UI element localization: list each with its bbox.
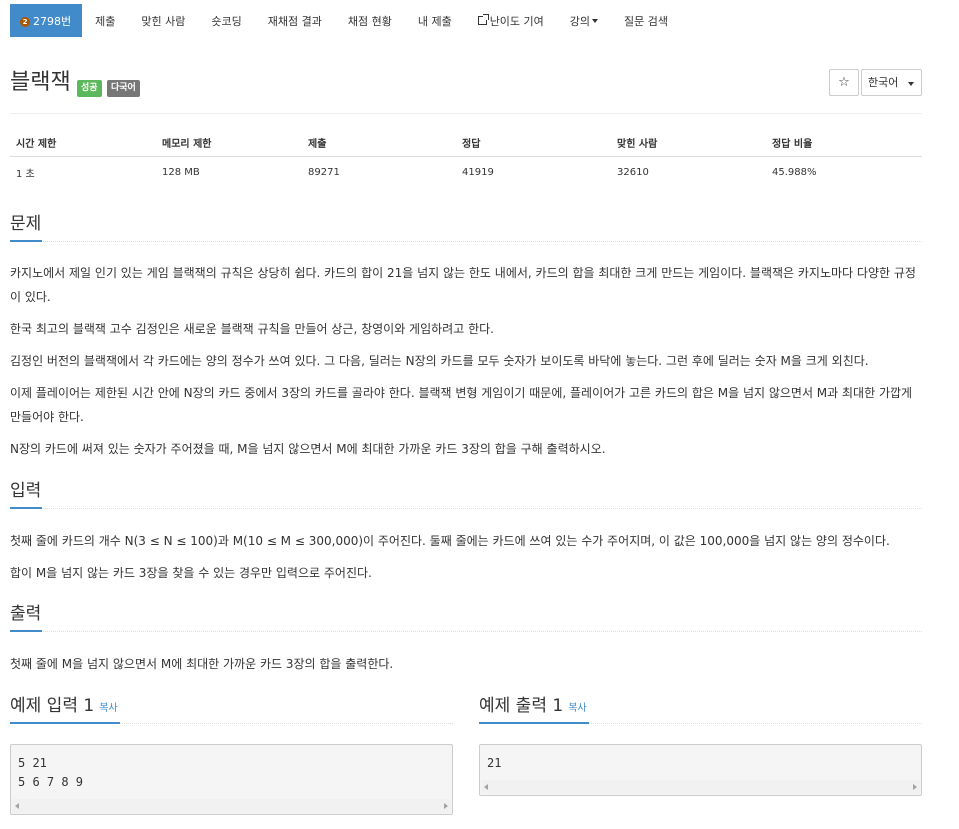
solved-users-value: 32610 (617, 166, 649, 178)
copy-sample-output-link[interactable]: 복사 (568, 703, 586, 714)
horizontal-scrollbar[interactable] (12, 799, 451, 813)
nav-rejudge[interactable]: 재채점 결과 (255, 4, 335, 37)
sample-input-box[interactable]: 5 21 5 6 7 8 9 (10, 744, 453, 815)
problem-paragraph: N장의 카드에 써져 있는 숫자가 주어졌을 때, M을 넘지 않으면서 M에 … (10, 442, 606, 456)
memory-limit-value: 128 MB (162, 166, 200, 178)
caret-down-icon (592, 18, 599, 23)
sample-input-text: 5 21 5 6 7 8 9 (18, 756, 84, 789)
problem-section-heading: 문제 (10, 212, 922, 242)
problem-paragraph: 카지노에서 제일 인기 있는 게임 블랙잭의 규칙은 상당히 쉽다. 카드의 합… (10, 266, 916, 304)
input-paragraph: 합이 M을 넘지 않는 카드 3장을 찾을 수 있는 경우만 입력으로 주어진다… (10, 566, 372, 580)
star-icon: ☆ (838, 75, 850, 90)
nav-problem-tab[interactable]: 2 2798번 (10, 4, 83, 37)
multilingual-badge: 다국어 (107, 80, 140, 97)
problem-info-table: 시간 제한 메모리 제한 제출 정답 맞힌 사람 정답 비율 1 초 128 M… (10, 128, 922, 187)
nav-solved-users[interactable]: 맞힌 사람 (128, 4, 198, 37)
favorite-star-button[interactable]: ☆ (829, 69, 859, 96)
nav-short-coding[interactable]: 숏코딩 (198, 4, 254, 37)
external-link-icon (477, 14, 489, 25)
divider (10, 113, 922, 114)
problem-paragraph: 한국 최고의 블랙잭 고수 김정인은 새로운 블랙잭 규칙을 만들어 상근, 창… (10, 322, 494, 336)
table-row: 1 초 128 MB 89271 41919 32610 45.988% (10, 157, 922, 188)
scroll-left-icon (484, 784, 488, 790)
input-section-heading: 입력 (10, 479, 922, 509)
scroll-left-icon (15, 803, 19, 809)
problem-nav: 2 2798번 제출 맞힌 사람 숏코딩 재채점 결과 채점 현황 내 제출 난… (10, 4, 681, 37)
problem-paragraph: 이제 플레이어는 제한된 시간 안에 N장의 카드 중에서 3장의 카드를 골라… (10, 386, 913, 424)
nav-question-search[interactable]: 질문 검색 (611, 4, 681, 37)
medal-icon: 2 (20, 15, 30, 27)
sample-output-box[interactable]: 21 (479, 744, 922, 796)
sample-output-heading: 예제 출력 1 복사 (479, 694, 922, 724)
horizontal-scrollbar[interactable] (481, 780, 920, 794)
nav-lectures[interactable]: 강의 (557, 4, 611, 37)
accept-ratio-value: 45.988% (772, 166, 817, 178)
header-solved-users: 맞힌 사람 (611, 128, 766, 157)
caret-down-icon (908, 82, 914, 86)
nav-status[interactable]: 채점 현황 (335, 4, 405, 37)
success-badge: 성공 (77, 80, 102, 97)
nav-my-submissions[interactable]: 내 제출 (405, 4, 465, 37)
scroll-right-icon (444, 803, 448, 809)
submissions-value: 89271 (308, 166, 340, 178)
header-time-limit: 시간 제한 (10, 128, 156, 157)
header-accept-ratio: 정답 비율 (766, 128, 922, 157)
header-submissions: 제출 (302, 128, 456, 157)
nav-difficulty[interactable]: 난이도 기여 (465, 4, 557, 37)
header-accepted: 정답 (456, 128, 611, 157)
header-memory-limit: 메모리 제한 (156, 128, 302, 157)
nav-problem-label: 2798번 (33, 14, 72, 28)
nav-submit[interactable]: 제출 (82, 4, 128, 37)
sample-input-heading: 예제 입력 1 복사 (10, 694, 453, 724)
sample-output-text: 21 (487, 756, 502, 770)
page-title: 블랙잭 (10, 70, 71, 95)
output-paragraph: 첫째 줄에 M을 넘지 않으면서 M에 최대한 가까운 카드 3장의 합을 출력… (10, 657, 394, 671)
scroll-right-icon (913, 784, 917, 790)
problem-paragraph: 김정인 버전의 블랙잭에서 각 카드에는 양의 정수가 쓰여 있다. 그 다음,… (10, 354, 869, 368)
copy-sample-input-link[interactable]: 복사 (99, 703, 117, 714)
accepted-value: 41919 (462, 166, 494, 178)
input-paragraph: 첫째 줄에 카드의 개수 N(3 ≤ N ≤ 100)과 M(10 ≤ M ≤ … (10, 534, 890, 548)
time-limit-value: 1 초 (16, 168, 35, 180)
language-select[interactable]: 한국어 (861, 69, 922, 96)
output-section-heading: 출력 (10, 602, 922, 632)
